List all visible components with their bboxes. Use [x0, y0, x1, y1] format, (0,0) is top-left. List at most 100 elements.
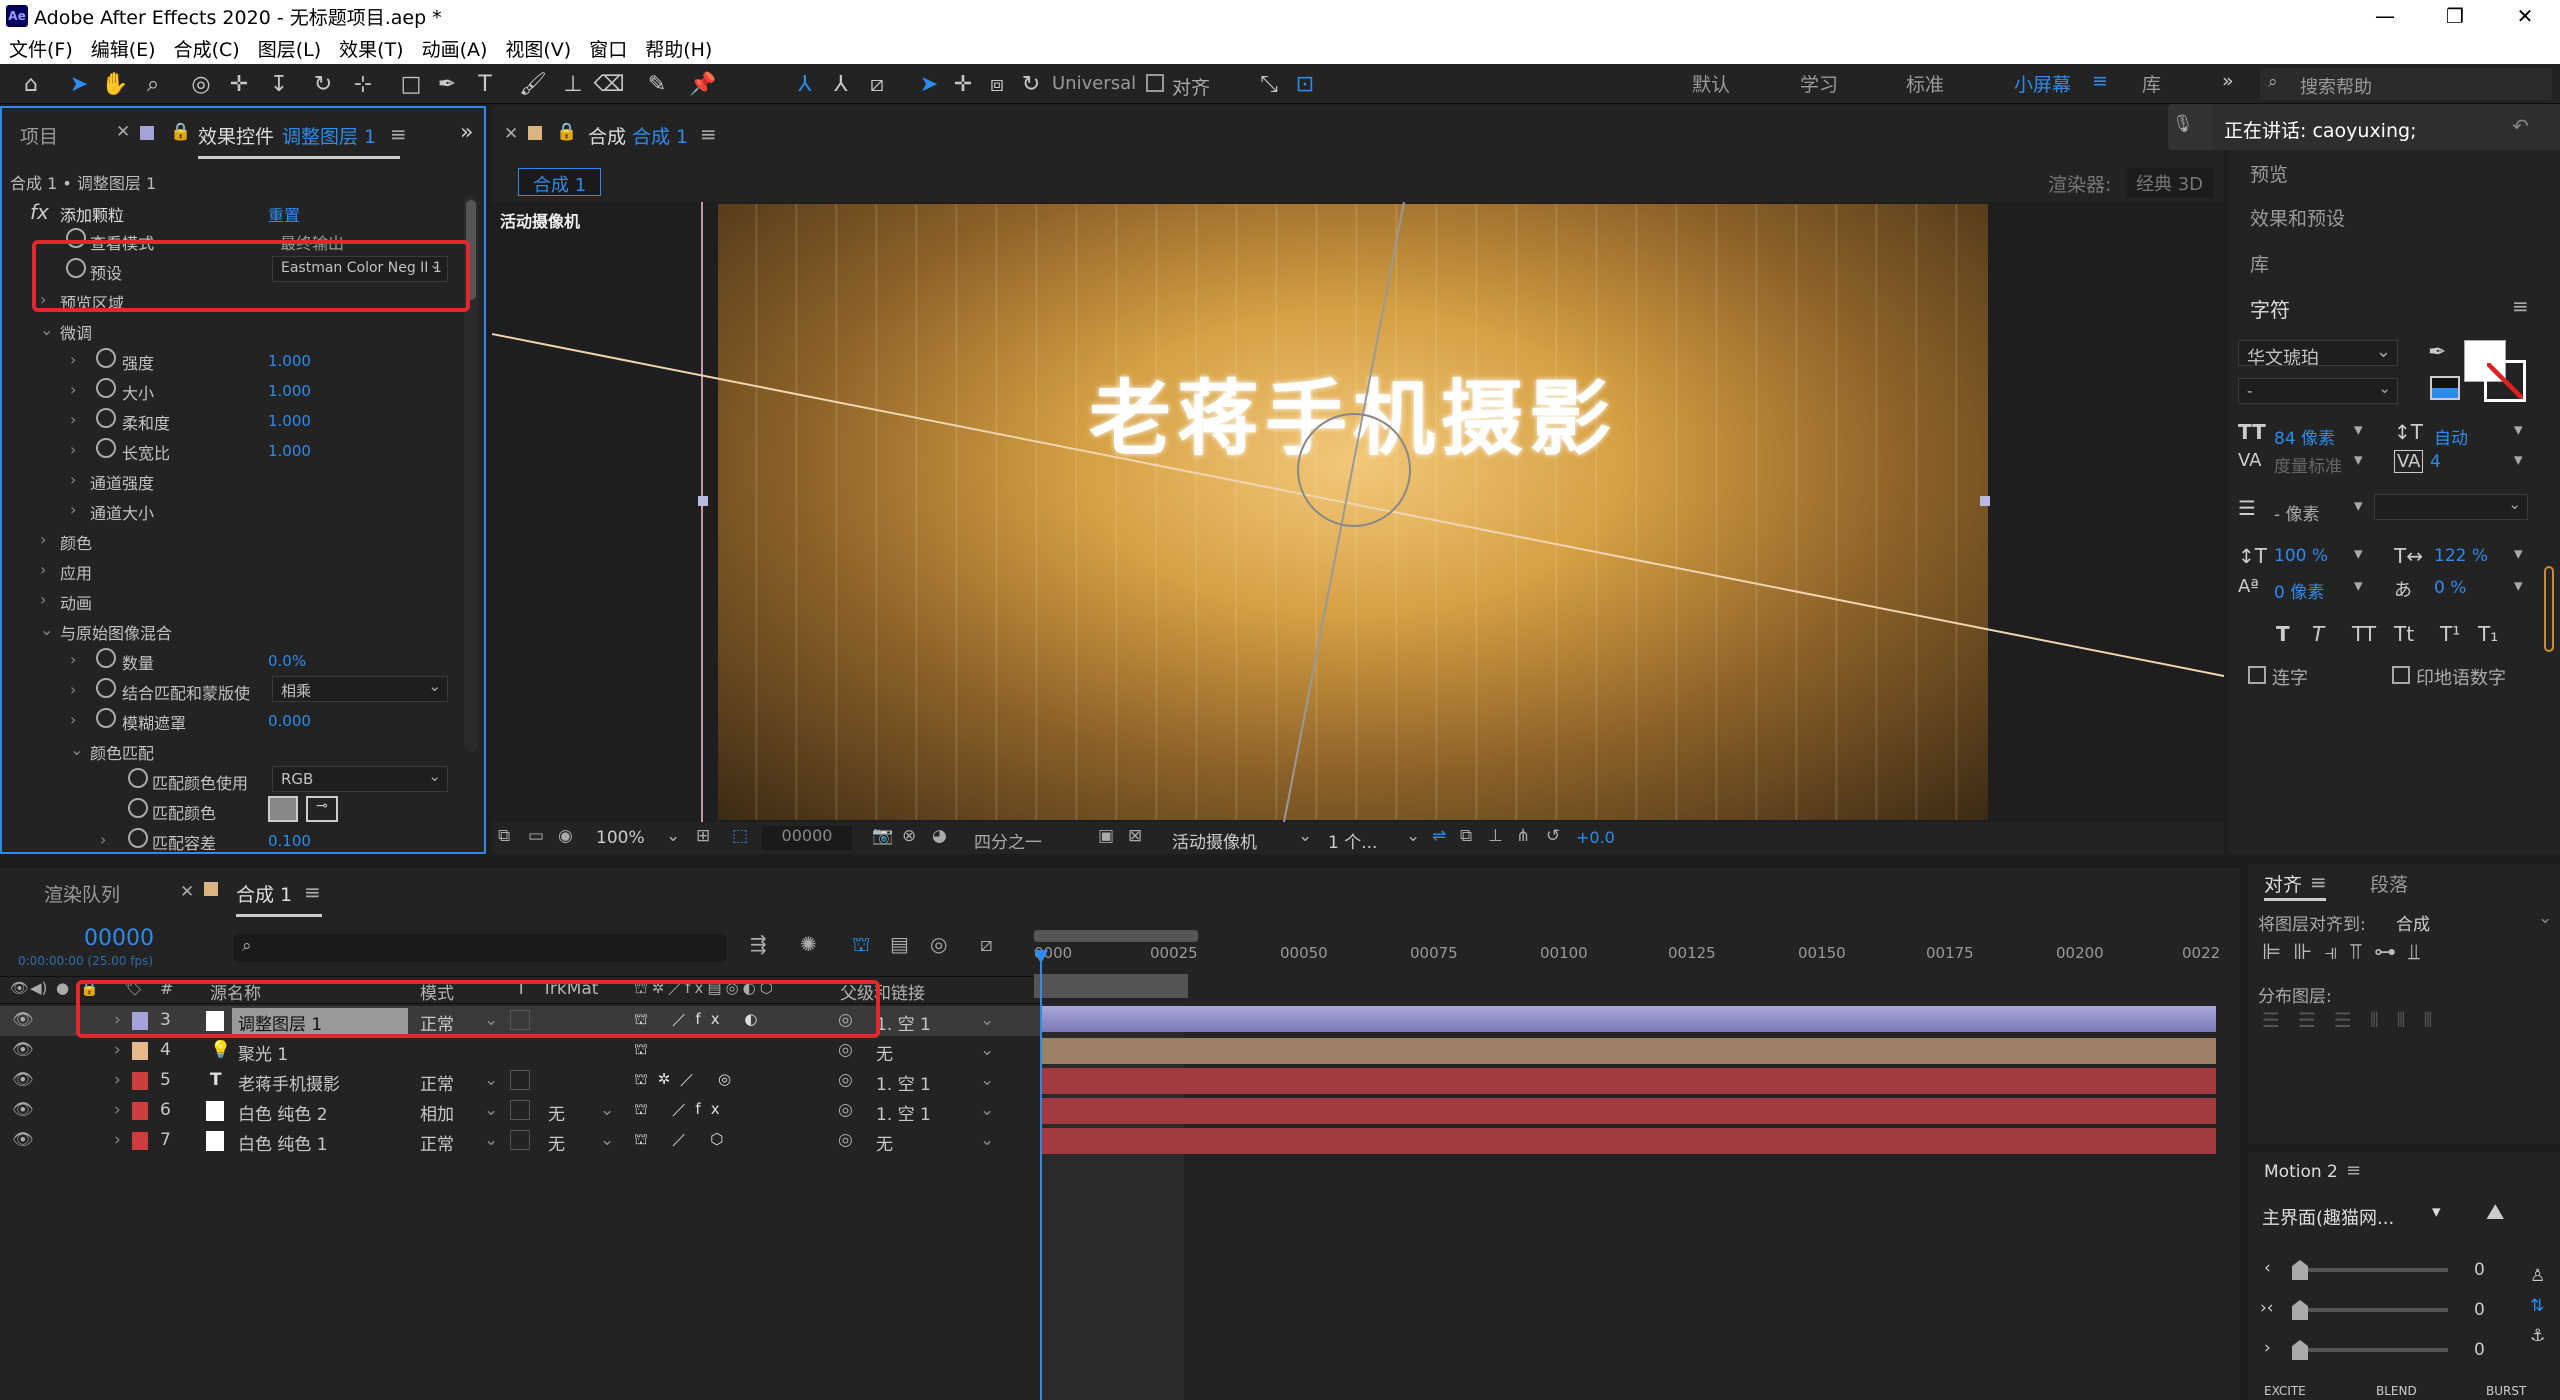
local-axis-icon[interactable]: ⅄ — [790, 70, 820, 98]
workspace-small-screen[interactable]: 小屏幕 — [2014, 70, 2071, 97]
snapshot-icon[interactable]: 📷 — [872, 826, 893, 846]
comp-tab-name[interactable]: 合成 1 — [632, 122, 688, 149]
align-bottom-icon[interactable]: ⫫ — [2408, 940, 2420, 965]
panel-preview[interactable]: 预览 — [2250, 160, 2288, 187]
distribute-hcenter-icon[interactable]: ⦀ — [2397, 1008, 2406, 1032]
expand-arrow-icon[interactable]: › — [114, 1130, 121, 1150]
tab-effect-controls[interactable]: 效果控件 — [198, 122, 274, 149]
tab-paragraph[interactable]: 段落 — [2370, 870, 2408, 897]
overflow-icon[interactable]: » — [2222, 70, 2234, 92]
font-size-value[interactable]: 84 像素 — [2274, 424, 2335, 449]
table-row[interactable]: 👁 › 7 白色 纯色 1 正常 ⌄ 无 ⌄ ⛫ ⟋ ⬡ ◎ 无 ⌄ — [0, 1126, 1040, 1156]
chevron-down-icon[interactable]: ▾ — [2514, 576, 2523, 596]
expand-arrow-icon[interactable]: › — [70, 680, 76, 699]
baseline-shift-value[interactable]: 0 像素 — [2274, 578, 2324, 603]
stroke-width-value[interactable]: - 像素 — [2274, 500, 2320, 525]
default-colors-icon[interactable] — [2430, 376, 2460, 400]
expand-arrow-icon[interactable]: › — [70, 650, 76, 669]
table-row[interactable]: 👁 › 5 T 老蒋手机摄影 正常 ⌄ ⛫✲⟋ ◎ ◎ 1. 空 1 ⌄ — [0, 1066, 1040, 1096]
panel-library[interactable]: 库 — [2250, 250, 2269, 277]
chevron-down-icon[interactable]: ▾ — [2354, 576, 2363, 596]
reset-exposure-icon[interactable]: ↺ — [1546, 826, 1560, 846]
layer-duration-bar[interactable] — [1040, 1068, 2216, 1094]
home-icon[interactable]: ⌂ — [16, 70, 46, 98]
font-style-dropdown[interactable]: - — [2238, 378, 2398, 404]
chevron-down-icon[interactable]: ▾ — [2514, 420, 2523, 440]
tab-close-icon[interactable]: ✕ — [180, 882, 194, 902]
panel-effects-presets[interactable]: 效果和预设 — [2250, 204, 2345, 231]
menu-effect[interactable]: 效果(T) — [330, 35, 412, 62]
stopwatch-icon[interactable] — [96, 438, 116, 458]
distribute-top-icon[interactable]: ☰ — [2262, 1008, 2280, 1032]
shy-layers-icon[interactable]: ⛫ — [852, 932, 870, 959]
workspace-standard[interactable]: 标准 — [1906, 70, 1944, 97]
collapse-arrow-icon[interactable]: ⌄ — [40, 620, 53, 639]
timeline-icon[interactable]: ⧉ — [1460, 826, 1472, 846]
stopwatch-icon[interactable] — [128, 828, 148, 848]
puppet-pin-icon[interactable]: 📌 — [688, 70, 718, 98]
toggle-pixel-icon[interactable]: ⇌ — [1432, 826, 1446, 846]
character-scrollbar[interactable] — [2544, 566, 2554, 652]
eyedropper-icon[interactable]: ⊸ — [306, 796, 338, 822]
slider-value[interactable]: 0 — [2474, 1260, 2485, 1280]
weight-icon[interactable]: ♙ — [2530, 1266, 2545, 1286]
distribute-bottom-icon[interactable]: ☰ — [2334, 1008, 2352, 1032]
dolly-camera-icon[interactable]: ↧ — [264, 70, 294, 98]
snap-scale-icon[interactable]: ⧈ — [982, 70, 1012, 98]
lock-icon[interactable]: 🔒 — [556, 122, 577, 142]
layer-name[interactable]: 老蒋手机摄影 — [238, 1070, 340, 1095]
slider-track[interactable] — [2296, 1308, 2448, 1312]
stopwatch-icon[interactable] — [96, 678, 116, 698]
arrows-out-icon[interactable]: ›‹ — [2260, 1298, 2274, 1318]
rectangle-tool-icon[interactable]: □ — [396, 70, 426, 98]
superscript-button[interactable]: T¹ — [2440, 622, 2460, 646]
label-color[interactable] — [132, 1042, 148, 1060]
layer-switches[interactable]: ⛫ ⟋ ⬡ — [634, 1130, 733, 1150]
vertical-scale-value[interactable]: 100 % — [2274, 546, 2328, 566]
workspace-menu-icon[interactable]: ≡ — [2092, 70, 2108, 92]
expand-arrow-icon[interactable]: › — [40, 560, 46, 579]
effect-reset-link[interactable]: 重置 — [268, 202, 300, 226]
layer-trkmat[interactable]: 无 — [548, 1130, 565, 1155]
rotate-tool-icon[interactable]: ↻ — [308, 70, 338, 98]
stopwatch-icon[interactable] — [96, 408, 116, 428]
layer-parent[interactable]: 1. 空 1 — [876, 1070, 931, 1095]
motion-blur-icon[interactable]: ◎ — [930, 932, 947, 956]
tracking-value[interactable]: 4 — [2430, 452, 2441, 472]
slider-track[interactable] — [2296, 1348, 2448, 1352]
leading-value[interactable]: 自动 — [2434, 424, 2468, 449]
ligatures-checkbox[interactable] — [2248, 666, 2266, 684]
orbit-camera-icon[interactable]: ◎ — [186, 70, 216, 98]
motion-preset-select[interactable]: 主界面(趣猫网... — [2262, 1204, 2394, 1230]
eye-icon[interactable]: 👁 — [12, 1070, 34, 1090]
distribute-left-icon[interactable]: ⦀ — [2370, 1008, 2379, 1032]
burst-button[interactable]: BURST — [2486, 1384, 2526, 1398]
chevron-down-icon[interactable]: ⌄ — [484, 1130, 498, 1150]
transparency-grid-icon[interactable]: ⊠ — [1128, 826, 1142, 846]
layer-switches[interactable]: ⛫ ⟋fx — [634, 1100, 730, 1120]
stopwatch-icon[interactable] — [96, 648, 116, 668]
menu-file[interactable]: 文件(F) — [0, 35, 82, 62]
layer-switches[interactable]: ⛫✲⟋ ◎ — [634, 1070, 741, 1090]
exposure-value[interactable]: +0.0 — [1576, 828, 1615, 847]
menu-edit[interactable]: 编辑(E) — [82, 35, 165, 62]
clone-stamp-icon[interactable]: ⊥ — [558, 70, 588, 98]
menu-layer[interactable]: 图层(L) — [249, 35, 330, 62]
snap-grid-icon[interactable]: ⊡ — [1290, 70, 1320, 98]
preserve-transparency-box[interactable] — [510, 1100, 530, 1120]
layer-duration-bar[interactable] — [1040, 1006, 2216, 1032]
show-snapshot-icon[interactable]: ⊗ — [902, 826, 916, 846]
collapse-arrow-icon[interactable]: ⌄ — [70, 740, 83, 759]
close-icon[interactable]: ✕ — [2490, 0, 2560, 32]
amount-value[interactable]: 0.0% — [268, 652, 306, 670]
pickwhip-icon[interactable]: ◎ — [838, 1040, 853, 1060]
chevron-down-icon[interactable]: ⌄ — [2538, 908, 2552, 928]
expand-arrow-icon[interactable]: › — [70, 380, 76, 399]
draft-3d-icon[interactable]: ✺ — [800, 932, 817, 956]
expand-arrow-icon[interactable]: › — [114, 1100, 121, 1120]
resolution-select[interactable]: 四分之一 — [974, 828, 1042, 853]
snap-options-icon[interactable]: ⤡ — [1254, 70, 1284, 98]
match-color-swatch[interactable] — [268, 796, 298, 822]
comp-breadcrumb[interactable]: 合成 1 — [518, 168, 602, 196]
table-row[interactable]: 👁 › 6 白色 纯色 2 相加 ⌄ 无 ⌄ ⛫ ⟋fx ◎ 1. 空 1 ⌄ — [0, 1096, 1040, 1126]
